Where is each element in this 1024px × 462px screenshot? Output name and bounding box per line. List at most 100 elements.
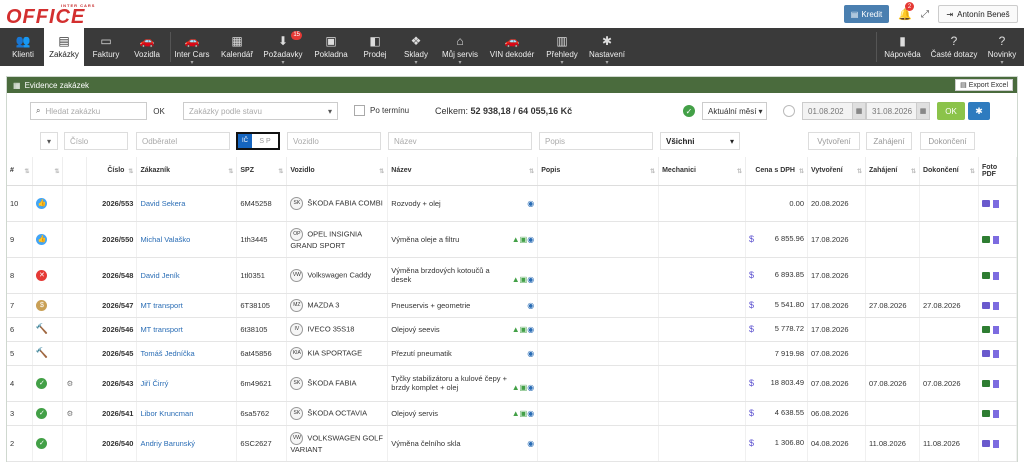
camera-icon[interactable]	[981, 410, 990, 417]
dollar-icon[interactable]: $	[749, 234, 754, 244]
period-radio-selected[interactable]: ✓	[683, 105, 695, 117]
col-cislo[interactable]: Číslo ⇅	[86, 157, 138, 186]
check-icon[interactable]: ✓	[36, 377, 48, 389]
notifications-button[interactable]: 🔔 2	[896, 2, 914, 23]
dokonceni-filter[interactable]: Dokončení	[920, 132, 975, 150]
camera-icon[interactable]	[981, 380, 990, 387]
export-excel-button[interactable]: ▤ Export Excel	[955, 79, 1013, 91]
table-row[interactable]: 5 🔨 2026/545 Tomáš Jedníčka 6at45856 KIA KIA S…	[7, 341, 1018, 366]
eye-icon[interactable]: ◉	[527, 275, 534, 284]
col-zahajeni[interactable]: Zahájení ⇅	[865, 157, 920, 186]
kredit-button[interactable]: ▤ Kredit	[844, 5, 889, 23]
col-spz[interactable]: SPZ ⇅	[236, 157, 288, 186]
zahajeni-filter[interactable]: Zahájení	[866, 132, 912, 150]
nav-item-13[interactable]: ▥ Přehledy ▾	[542, 28, 582, 66]
user-button[interactable]: ⇥ Antonín Beneš	[938, 5, 1018, 23]
customer-link[interactable]: David Sekera	[140, 199, 185, 208]
fullscreen-button[interactable]: ⤢	[917, 5, 933, 23]
nav-right-item-2[interactable]: ? Časté dotazy	[927, 28, 981, 66]
popis-filter[interactable]: Popis	[539, 132, 653, 150]
table-row[interactable]: 6 🔨 2026/546 MT transport 6t38105 IV IVECO 35S…	[7, 317, 1018, 342]
table-row[interactable]: 3 ✓ ⚙ 2026/541 Libor Kruncman 6sa5762 SK ŠKODA …	[7, 401, 1018, 426]
ic-sp-toggle[interactable]: IČ S P	[236, 132, 280, 150]
check-icon[interactable]: ✓	[36, 437, 48, 449]
nav-item-14[interactable]: ✱ Nastavení ▾	[585, 28, 629, 66]
pdf-icon[interactable]	[992, 439, 999, 448]
col-vytvoreni[interactable]: Vytvoření ⇅	[807, 157, 866, 186]
status-filter-select[interactable]: Zakázky podle stavu ▾	[183, 102, 338, 120]
nav-item-2[interactable]: ▤ Zakázky	[44, 28, 84, 66]
customer-link[interactable]: Andriy Barunský	[140, 439, 195, 448]
eye-icon[interactable]: ◉	[527, 383, 534, 392]
thumbs-up-icon[interactable]: 👍	[36, 197, 48, 209]
col-nazev[interactable]: Název ⇅	[387, 157, 539, 186]
camera-icon[interactable]	[981, 200, 990, 207]
pdf-icon[interactable]	[992, 301, 999, 310]
table-row[interactable]: 2 ✓ 2026/540 Andriy Barunský 6SC2627 VW VOLKSW…	[7, 425, 1018, 462]
table-row[interactable]: 9 👍 2026/550 Michal Valaško 1th3445 OP OPEL IN…	[7, 221, 1018, 258]
camera-icon[interactable]	[981, 302, 990, 309]
customer-link[interactable]: David Jeník	[140, 271, 179, 280]
dollar-icon[interactable]: $	[749, 408, 754, 418]
hammer-icon[interactable]: 🔨	[36, 348, 48, 359]
nav-item-3[interactable]: ▭ Faktury	[86, 28, 126, 66]
col-cena[interactable]: Cena s DPH ⇅	[745, 157, 808, 186]
check-icon[interactable]: ✓	[36, 407, 48, 419]
pdf-icon[interactable]	[992, 235, 999, 244]
customer-link[interactable]: Jiří Čirrý	[140, 379, 168, 388]
nav-item-8[interactable]: ▣ Pokladna	[309, 28, 353, 66]
col-status[interactable]: ⇅	[32, 157, 64, 186]
nav-item-5[interactable]: 🚗 Inter Cars ▾	[171, 28, 213, 66]
col-zakaznik[interactable]: Zákazník ⇅	[136, 157, 238, 186]
nav-right-item-3[interactable]: ? Novinky ▾	[983, 28, 1021, 66]
customer-link[interactable]: Libor Kruncman	[140, 409, 193, 418]
eye-icon[interactable]: ◉	[527, 409, 534, 418]
thumbs-up-icon[interactable]: 👍	[36, 233, 48, 245]
customer-link[interactable]: Tomáš Jedníčka	[140, 349, 194, 358]
date-range-radio[interactable]	[783, 105, 795, 117]
pdf-icon[interactable]	[992, 199, 999, 208]
vozidlo-filter[interactable]: Vozidlo	[287, 132, 381, 150]
apply-ok-button[interactable]: OK	[937, 102, 965, 120]
eye-icon[interactable]: ◉	[527, 439, 534, 448]
pdf-icon[interactable]	[992, 349, 999, 358]
col-num[interactable]: # ⇅	[7, 157, 34, 186]
nav-item-12[interactable]: 🚗 VIN dekodér	[486, 28, 538, 66]
eye-icon[interactable]: ◉	[527, 235, 534, 244]
table-row[interactable]: 4 ✓ ⚙ 2026/543 Jiří Čirrý 6m49621 SK ŠKODA FABI…	[7, 365, 1018, 402]
dollar-icon[interactable]: $	[749, 270, 754, 280]
nazev-filter[interactable]: Název	[388, 132, 532, 150]
table-row[interactable]: 8 ✕ 2026/548 David Jeník 1tl0351 VW Volkswagen…	[7, 257, 1018, 294]
nav-item-7[interactable]: ⬇ Požadavky ▾ 15	[260, 28, 306, 66]
eye-icon[interactable]: ◉	[527, 301, 534, 310]
dollar-icon[interactable]: $	[749, 438, 754, 448]
eye-icon[interactable]: ◉	[527, 349, 534, 358]
table-row[interactable]: 7 $2026/547 MT transport 6T38105 MZ MAZDA 3 Pn…	[7, 293, 1018, 318]
odberatel-filter[interactable]: Odběratel	[136, 132, 230, 150]
app-logo[interactable]: INTER CARS OFFICE	[6, 3, 98, 27]
col-popis[interactable]: Popis ⇅	[537, 157, 660, 186]
dollar-icon[interactable]: $	[749, 300, 754, 310]
cislo-filter[interactable]: Číslo	[64, 132, 128, 150]
pdf-icon[interactable]	[992, 409, 999, 418]
table-row[interactable]: 10 👍 2026/553 David Sekera 6M45258 SK ŠKODA FA…	[7, 185, 1018, 222]
cancel-icon[interactable]: ✕	[36, 269, 48, 281]
pdf-icon[interactable]	[992, 271, 999, 280]
vytvoreni-filter[interactable]: Vytvoření	[808, 132, 860, 150]
nav-item-9[interactable]: ◧ Prodej	[357, 28, 393, 66]
nav-right-item-1[interactable]: ▮ Nápověda	[880, 28, 925, 66]
customer-link[interactable]: MT transport	[140, 301, 182, 310]
po-terminu-checkbox[interactable]	[354, 105, 365, 116]
customer-link[interactable]: MT transport	[140, 325, 182, 334]
pdf-icon[interactable]	[992, 379, 999, 388]
nav-item-11[interactable]: ⌂ Můj servis ▾	[438, 28, 482, 66]
dollar-icon[interactable]: $	[749, 378, 754, 388]
camera-icon[interactable]	[981, 236, 990, 243]
pdf-icon[interactable]	[992, 325, 999, 334]
col-vozidlo[interactable]: Vozidlo ⇅	[286, 157, 389, 186]
nav-item-4[interactable]: 🚗 Vozidla	[127, 28, 167, 66]
mechanici-filter[interactable]: Všichni ▾	[660, 132, 740, 150]
col-dokonceni[interactable]: Dokončení ⇅	[919, 157, 979, 186]
camera-icon[interactable]	[981, 350, 990, 357]
period-select[interactable]: Aktuální měsí ▾	[702, 102, 767, 120]
